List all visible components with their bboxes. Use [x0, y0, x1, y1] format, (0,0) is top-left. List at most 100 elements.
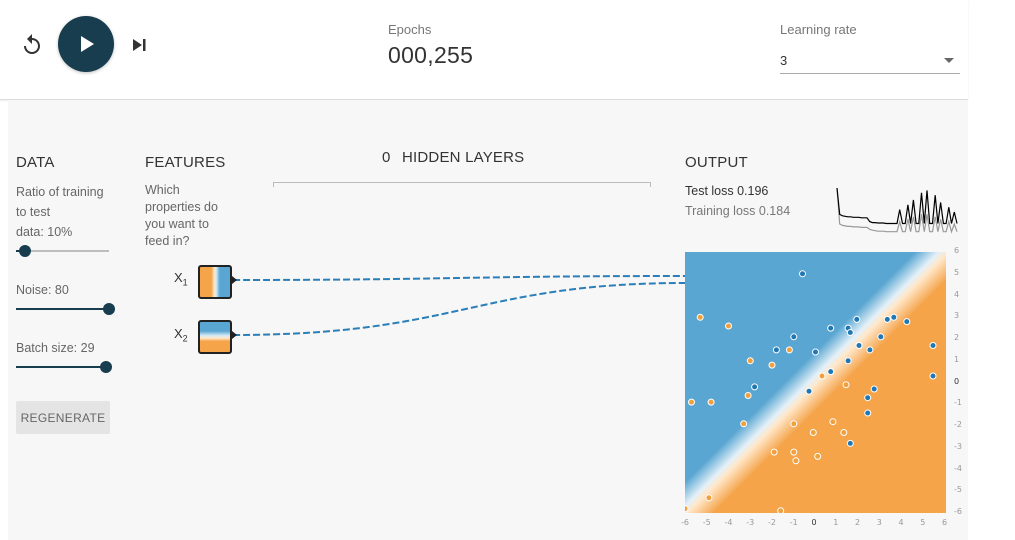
- blue-data-point: [846, 439, 854, 447]
- test-loss-value: Test loss 0.196: [685, 184, 769, 198]
- y-axis-tick: 4: [954, 289, 960, 299]
- x-axis-tick: -2: [768, 518, 776, 527]
- reset-icon: [24, 34, 40, 54]
- orange-data-point: [829, 418, 837, 426]
- x-axis-tick: 1: [833, 518, 839, 527]
- x-axis-tick: -5: [702, 518, 711, 527]
- orange-data-point: [725, 322, 732, 330]
- hidden-layers-bracket: [273, 182, 651, 187]
- y-axis-tick: 2: [954, 333, 960, 342]
- x-axis-tick: 4: [898, 518, 904, 527]
- x-axis-tick: -4: [724, 518, 733, 527]
- blue-data-point: [805, 387, 813, 395]
- reset-button[interactable]: [20, 33, 44, 57]
- x2-node-arrow-icon: [232, 331, 237, 339]
- learning-rate-label: Learning rate: [780, 22, 857, 37]
- x1-node-arrow-icon: [232, 276, 237, 284]
- orange-data-point: [840, 429, 848, 436]
- blue-data-point: [877, 333, 885, 341]
- decision-region: [685, 252, 946, 513]
- orange-data-point: [792, 457, 800, 465]
- main-panel: DATA Ratio of training to test data: 10%…: [8, 100, 968, 540]
- blue-data-point: [864, 394, 872, 402]
- orange-data-point: [809, 429, 817, 436]
- orange-data-point: [790, 420, 798, 428]
- learning-rate-value: 3: [780, 53, 788, 68]
- y-axis-tick: 1: [954, 354, 960, 364]
- blue-data-point: [870, 385, 878, 393]
- orange-data-point: [740, 420, 748, 428]
- orange-data-point: [696, 313, 704, 321]
- training-loss-line: [836, 187, 958, 234]
- epochs-label: Epochs: [388, 22, 432, 37]
- y-axis-tick: 5: [954, 267, 960, 277]
- play-button[interactable]: [58, 16, 114, 72]
- orange-data-point: [705, 494, 713, 502]
- blue-data-point: [827, 368, 835, 376]
- blue-data-point: [853, 315, 861, 323]
- dropdown-arrow-icon: [944, 58, 954, 63]
- hidden-layers-count: 0: [382, 149, 391, 166]
- step-icon: [133, 39, 146, 51]
- x-axis-tick: 3: [876, 518, 882, 527]
- orange-data-point: [790, 448, 798, 456]
- y-axis-tick: 6: [954, 246, 960, 255]
- x-axis-tick: -3: [746, 518, 755, 527]
- y-axis-tick: -1: [954, 398, 962, 408]
- epochs-counter: 000,255: [388, 42, 474, 68]
- orange-data-point: [785, 346, 793, 354]
- link-x2-output[interactable]: [232, 282, 686, 336]
- y-axis-tick: 0: [954, 376, 960, 386]
- blue-data-point: [844, 357, 852, 365]
- loss-chart: [836, 187, 958, 234]
- orange-data-point: [777, 507, 785, 513]
- y-axis-tick: 3: [954, 311, 960, 321]
- link-x1-output[interactable]: [232, 275, 686, 281]
- orange-data-point: [744, 392, 752, 399]
- hidden-layers-title: HIDDEN LAYERS: [402, 149, 525, 166]
- orange-data-point: [814, 452, 822, 460]
- x-axis-tick: 0: [811, 518, 817, 527]
- top-toolbar: Epochs 000,255 Learning rate 3: [0, 0, 968, 100]
- x-axis-tick: 5: [920, 518, 926, 527]
- y-axis-tick: -2: [954, 420, 962, 429]
- play-icon: [81, 36, 94, 52]
- blue-data-point: [772, 346, 780, 354]
- training-loss-value: Training loss 0.184: [685, 204, 791, 218]
- y-axis-tick: -5: [954, 485, 962, 495]
- blue-data-point: [890, 313, 898, 321]
- orange-data-point: [685, 505, 689, 513]
- y-axis-tick: -6: [954, 507, 962, 516]
- blue-data-point: [929, 342, 937, 349]
- blue-data-point: [903, 318, 911, 326]
- x-axis-tick: 2: [855, 518, 861, 527]
- blue-data-point: [812, 348, 819, 356]
- orange-data-point: [770, 448, 778, 456]
- blue-data-point: [790, 333, 798, 341]
- test-loss-line: [836, 187, 958, 225]
- y-axis-tick: -4: [954, 463, 962, 473]
- orange-data-point: [707, 398, 715, 406]
- blue-data-point: [883, 315, 891, 323]
- step-button[interactable]: [131, 35, 149, 55]
- blue-data-point: [864, 409, 872, 417]
- orange-data-point: [842, 381, 850, 389]
- orange-data-point: [688, 398, 695, 406]
- output-heatmap[interactable]: [685, 252, 946, 513]
- y-axis-tick: -3: [954, 441, 962, 451]
- blue-data-point: [866, 346, 874, 354]
- orange-data-point: [768, 361, 776, 369]
- x-axis-tick: -6: [681, 518, 689, 527]
- blue-data-point: [751, 383, 759, 391]
- orange-data-point: [746, 357, 754, 365]
- blue-data-point: [846, 329, 854, 336]
- x-axis-tick: 6: [942, 518, 948, 527]
- blue-data-point: [855, 342, 863, 349]
- output-title: OUTPUT: [685, 154, 748, 171]
- x-axis-tick: -1: [789, 518, 798, 527]
- blue-data-point: [929, 372, 937, 380]
- blue-data-point: [799, 270, 806, 278]
- learning-rate-select[interactable]: 3: [780, 46, 960, 74]
- orange-data-point: [818, 372, 826, 380]
- blue-data-point: [827, 324, 835, 332]
